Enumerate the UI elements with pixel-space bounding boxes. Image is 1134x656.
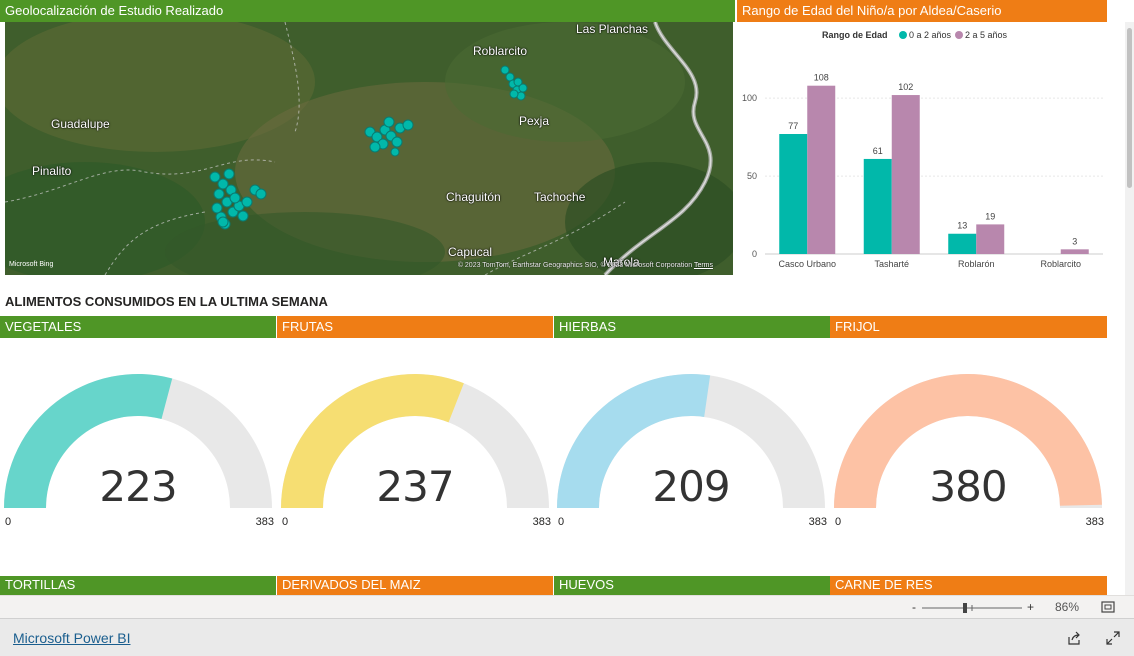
- bar-data-label: 77: [788, 121, 798, 131]
- share-icon[interactable]: [1067, 631, 1081, 645]
- map-copyright: © 2023 TomTom, Earthstar Geographics SIO…: [458, 262, 713, 269]
- map-panel-title: Geolocalización de Estudio Realizado: [0, 0, 735, 22]
- map-place-label: Pexja: [519, 114, 550, 128]
- bar-data-label: 102: [898, 82, 913, 92]
- bing-logo-label: Microsoft Bing: [9, 261, 54, 268]
- bar-data-label: 61: [873, 146, 883, 156]
- bing-logo: Microsoft Bing: [9, 261, 53, 268]
- gauge-header-huevos: HUEVOS: [554, 576, 830, 595]
- powerbi-footer: Microsoft Power BI: [0, 618, 1134, 656]
- y-tick-label: 100: [742, 93, 757, 103]
- gauge-value: 237: [376, 462, 454, 511]
- gauge-min-label: 0: [835, 516, 842, 528]
- bar: [1060, 249, 1089, 254]
- gauge-max-label: 383: [532, 516, 551, 528]
- legend-item: 0 a 2 años: [909, 30, 952, 40]
- map-data-points[interactable]: [5, 22, 733, 275]
- fullscreen-icon[interactable]: [1106, 631, 1120, 645]
- map-place-label: Chaguitón: [446, 190, 501, 204]
- bar: [807, 85, 836, 254]
- map-place-label: Tachoche: [534, 190, 586, 204]
- zoom-in-button[interactable]: +: [1027, 600, 1034, 614]
- x-category-label: Casco Urbano: [778, 259, 836, 269]
- chart-panel-title: Rango de Edad del Niño/a por Aldea/Caser…: [737, 0, 1107, 22]
- fit-to-page-icon[interactable]: [1101, 601, 1115, 613]
- bar: [863, 158, 892, 254]
- bar: [779, 134, 808, 254]
- map-place-label: Roblarcito: [473, 44, 528, 58]
- gauge-header-frutas: FRUTAS: [277, 316, 553, 338]
- zoom-level: 86%: [1055, 600, 1080, 614]
- gauge-header-derivados-maiz: DERIVADOS DEL MAIZ: [277, 576, 553, 595]
- bar-data-label: 3: [1072, 236, 1077, 246]
- map-terms-link[interactable]: Terms: [694, 262, 713, 269]
- y-tick-label: 50: [747, 171, 757, 181]
- y-tick-label: 0: [752, 249, 757, 259]
- map-place-label: Guadalupe: [51, 117, 110, 131]
- map-place-label: Pinalito: [32, 164, 72, 178]
- map-copyright-text: © 2023 TomTom, Earthstar Geographics SIO…: [457, 262, 693, 269]
- age-range-bar-chart[interactable]: Rango de Edad 0 a 2 años 2 a 5 años 0 50 100 7…: [735, 22, 1125, 275]
- gauge-hierbas[interactable]: 209 0 383: [555, 372, 827, 562]
- gauge-header-frijol: FRIJOL: [830, 316, 1107, 338]
- gauge-min-label: 0: [558, 516, 565, 528]
- x-category-label: Roblarcito: [1040, 259, 1081, 269]
- bar-data-label: 19: [985, 211, 995, 221]
- gauge-value: 223: [99, 462, 177, 511]
- zoom-slider[interactable]: [922, 601, 1022, 615]
- gauge-min-label: 0: [5, 516, 12, 528]
- bar-data-label: 108: [814, 73, 829, 83]
- gauge-header-carne-res: CARNE DE RES: [830, 576, 1107, 595]
- legend-item: 2 a 5 años: [965, 30, 1008, 40]
- zoom-bar: - + 86%: [0, 595, 1134, 619]
- gauge-frutas[interactable]: 237 0 383: [279, 372, 551, 562]
- bar: [948, 233, 977, 254]
- gauge-header-vegetales: VEGETALES: [0, 316, 276, 338]
- gauge-min-label: 0: [282, 516, 289, 528]
- legend-marker: [955, 31, 963, 39]
- powerbi-link[interactable]: Microsoft Power BI: [13, 630, 130, 646]
- gauge-vegetales[interactable]: 223 0 383: [2, 372, 274, 562]
- map-place-label: Las Planchas: [576, 22, 649, 36]
- bar: [891, 95, 920, 254]
- gauge-header-tortillas: TORTILLAS: [0, 576, 276, 595]
- gauge-header-hierbas: HIERBAS: [554, 316, 830, 338]
- legend-marker: [899, 31, 907, 39]
- foods-section-title: ALIMENTOS CONSUMIDOS EN LA ULTIMA SEMANA: [5, 294, 328, 309]
- bar: [976, 224, 1005, 254]
- gauge-value: 209: [652, 462, 730, 511]
- map-visual[interactable]: Las Planchas Roblarcito Guadalupe Pexja …: [5, 22, 733, 275]
- zoom-slider-handle: [963, 603, 967, 613]
- map-place-label: Capucal: [448, 245, 493, 259]
- legend-title: Rango de Edad: [822, 30, 888, 40]
- gauge-value: 380: [929, 462, 1007, 511]
- x-category-label: Tasharté: [874, 259, 909, 269]
- scrollbar-thumb[interactable]: [1127, 28, 1132, 188]
- zoom-out-button[interactable]: -: [912, 600, 916, 614]
- gauge-max-label: 383: [1085, 516, 1104, 528]
- gauge-max-label: 383: [808, 516, 827, 528]
- gauge-frijol[interactable]: 380 0 383: [832, 372, 1104, 562]
- vertical-scrollbar[interactable]: [1125, 22, 1134, 595]
- x-category-label: Roblarón: [958, 259, 995, 269]
- gauge-max-label: 383: [255, 516, 274, 528]
- bar-data-label: 13: [957, 221, 967, 231]
